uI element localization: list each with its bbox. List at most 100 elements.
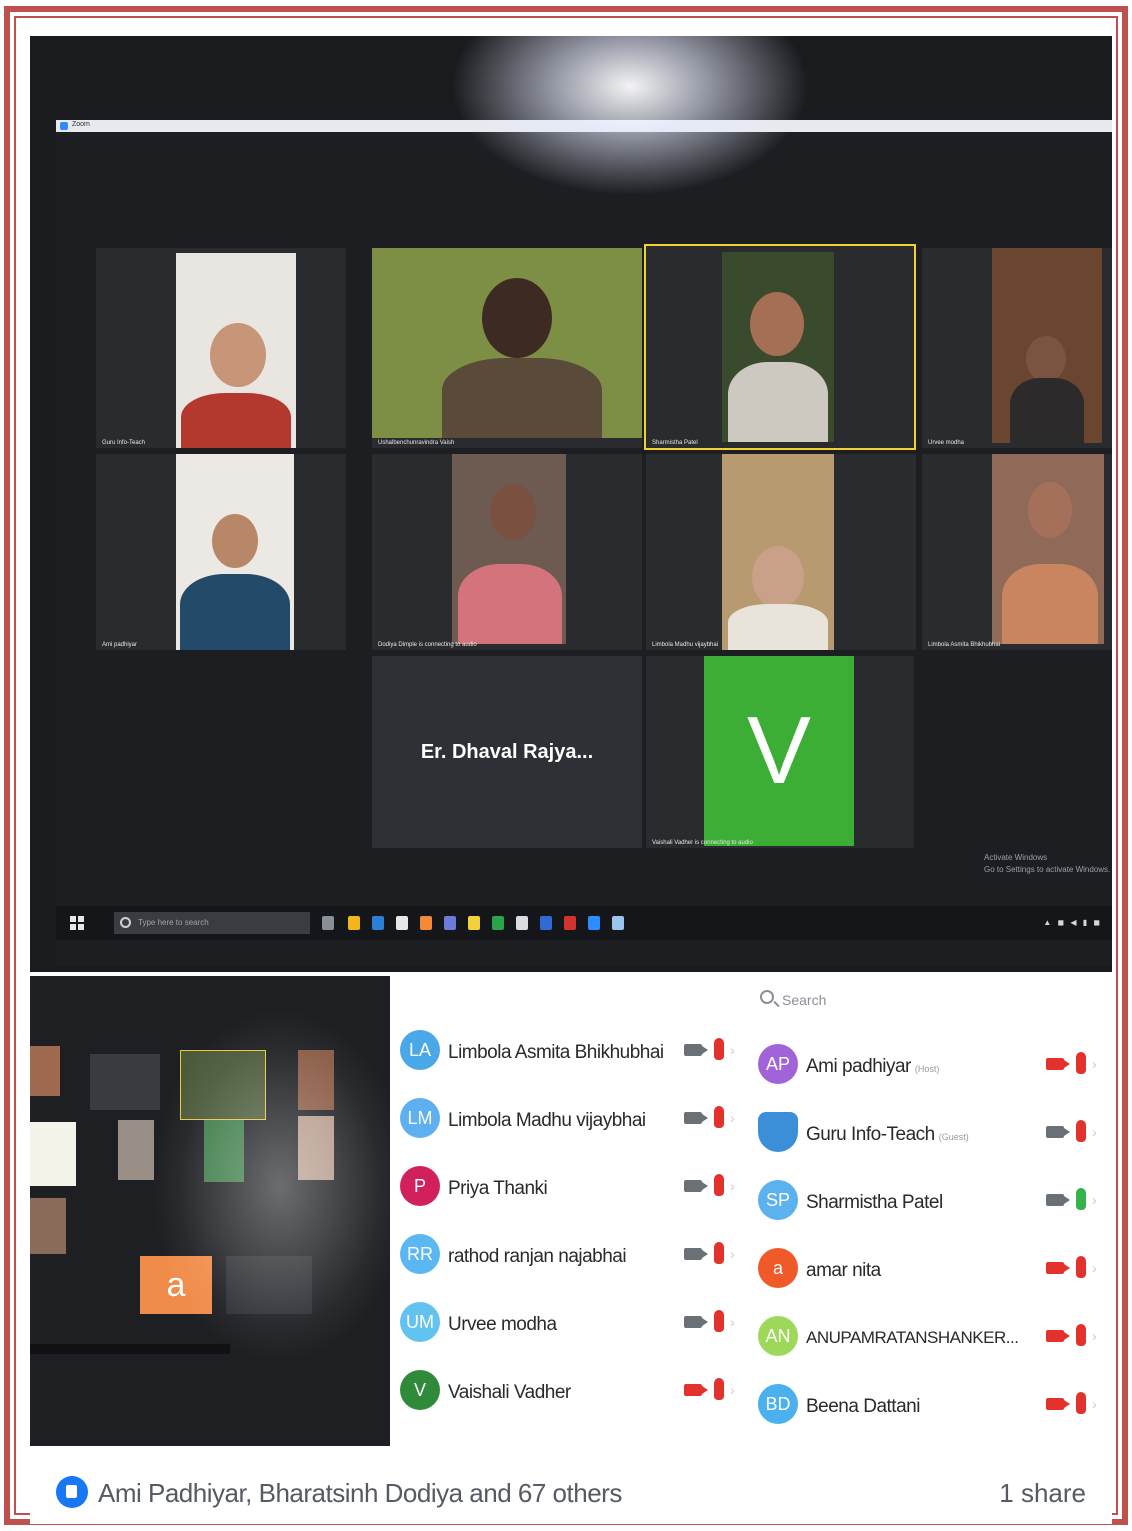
participant-name: Guru Info-Teach (Guest): [806, 1124, 969, 1146]
participant-row[interactable]: SP Sharmistha Patel ›: [750, 1170, 1112, 1230]
participant-name-text: Ami padhiyar: [806, 1056, 911, 1077]
participant-name: Urvee modha: [448, 1314, 557, 1335]
zoom-icon[interactable]: [588, 916, 600, 930]
participant-row[interactable]: AP Ami padhiyar (Host) ›: [750, 1034, 1112, 1094]
participant-row[interactable]: LA Limbola Asmita Bhikhubhai ›: [392, 1020, 744, 1080]
chevron-right-icon: ›: [1092, 1396, 1097, 1412]
chevron-right-icon: ›: [730, 1110, 735, 1126]
store-icon[interactable]: [396, 916, 408, 930]
mic-muted-icon[interactable]: [1076, 1256, 1086, 1278]
mic-on-icon[interactable]: [1076, 1188, 1086, 1210]
video-tile[interactable]: Limbola Asmita Bhikhubhai: [922, 454, 1112, 650]
participant-row[interactable]: V Vaishali Vadher ›: [392, 1360, 744, 1420]
tile-caption: Vaishali Vadher is connecting to audio: [652, 840, 753, 846]
video-off-icon[interactable]: [684, 1044, 708, 1056]
edge-icon[interactable]: [372, 916, 384, 930]
participant-row[interactable]: Guru Info-Teach (Guest) ›: [750, 1102, 1112, 1162]
participant-row[interactable]: RR rathod ranjan najabhai ›: [392, 1224, 744, 1284]
video-tile[interactable]: Ushalbenchunravindra Vaish: [372, 248, 642, 448]
mic-muted-icon[interactable]: [714, 1310, 724, 1332]
small-meeting-photo: a: [30, 976, 390, 1446]
tile-caption: Sharmistha Patel: [652, 440, 698, 446]
participants-search-input[interactable]: Search: [750, 982, 1110, 1018]
pdf-icon[interactable]: [564, 916, 576, 930]
mic-muted-icon[interactable]: [714, 1106, 724, 1128]
start-button-icon[interactable]: [70, 916, 84, 930]
avatar-placeholder: V: [704, 656, 854, 846]
participant-name-text: Guru Info-Teach: [806, 1124, 935, 1145]
likes-summary-link[interactable]: Ami Padhiyar, Bharatsinh Dodiya and 67 o…: [98, 1478, 622, 1509]
app-icon[interactable]: [444, 916, 456, 930]
video-tile[interactable]: Urvee modha: [922, 248, 1112, 448]
participant-role-tag: (Host): [914, 1064, 940, 1074]
tile-caption: Dodiya Dimple is connecting to audio: [378, 642, 477, 648]
mic-muted-icon[interactable]: [714, 1242, 724, 1264]
bottom-composite: a LA Limbola Asmita Bhikhubhai › LM Limb…: [30, 976, 1112, 1446]
video-tile[interactable]: Dodiya Dimple is connecting to audio: [372, 454, 642, 650]
video-stopped-icon[interactable]: [1046, 1398, 1070, 1410]
tile-caption: Guru Info-Teach: [102, 440, 146, 446]
mini-tile: [90, 1054, 160, 1110]
video-stopped-icon[interactable]: [1046, 1330, 1070, 1342]
app-icon[interactable]: [540, 916, 552, 930]
app-icon[interactable]: [612, 916, 624, 930]
system-tray-icons[interactable]: ▲ ◼ ◀ ▮ ◼: [1043, 918, 1102, 927]
app-icon[interactable]: [492, 916, 504, 930]
chevron-right-icon: ›: [730, 1246, 735, 1262]
mic-muted-icon[interactable]: [1076, 1052, 1086, 1074]
firefox-icon[interactable]: [420, 916, 432, 930]
participant-avatar: RR: [400, 1234, 440, 1274]
mic-muted-icon[interactable]: [714, 1378, 724, 1400]
participant-avatar: AN: [758, 1316, 798, 1356]
chevron-right-icon: ›: [730, 1314, 735, 1330]
participant-row[interactable]: LM Limbola Madhu vijaybhai ›: [392, 1088, 744, 1148]
mic-muted-icon[interactable]: [714, 1038, 724, 1060]
video-off-icon[interactable]: [1046, 1194, 1070, 1206]
video-tile[interactable]: Limbola Madhu vijaybhai: [646, 454, 916, 650]
participant-name: Priya Thanki: [448, 1178, 548, 1199]
video-stopped-icon[interactable]: [1046, 1262, 1070, 1274]
participant-avatar: a: [758, 1248, 798, 1288]
participant-row[interactable]: a amar nita ›: [750, 1238, 1112, 1298]
taskbar-search-placeholder: Type here to search: [138, 918, 209, 927]
task-view-icon[interactable]: [322, 916, 334, 930]
mic-muted-icon[interactable]: [1076, 1324, 1086, 1346]
video-off-icon[interactable]: [684, 1316, 708, 1328]
participant-avatar: V: [400, 1370, 440, 1410]
participant-name: amar nita: [806, 1260, 881, 1281]
participant-row[interactable]: BD Beena Dattani ›: [750, 1374, 1112, 1434]
participant-avatar: SP: [758, 1180, 798, 1220]
video-tile-active-speaker[interactable]: Sharmistha Patel: [644, 244, 916, 450]
activate-line-1: Activate Windows: [984, 853, 1048, 862]
video-stopped-icon[interactable]: [684, 1384, 708, 1396]
video-tile[interactable]: Guru Info-Teach: [96, 248, 346, 448]
app-icon[interactable]: [516, 916, 528, 930]
avatar-tile[interactable]: V Vaishali Vadher is connecting to audio: [646, 656, 914, 848]
video-tile[interactable]: Ami padhiyar: [96, 454, 346, 650]
participant-avatar: BD: [758, 1384, 798, 1424]
like-icon[interactable]: [56, 1476, 88, 1508]
participant-row[interactable]: UM Urvee modha ›: [392, 1292, 744, 1352]
mic-muted-icon[interactable]: [714, 1174, 724, 1196]
video-stopped-icon[interactable]: [1046, 1058, 1070, 1070]
participant-name: Sharmistha Patel: [806, 1192, 943, 1213]
chrome-icon[interactable]: [348, 916, 360, 930]
participant-row[interactable]: P Priya Thanki ›: [392, 1156, 744, 1216]
mic-muted-icon[interactable]: [1076, 1120, 1086, 1142]
taskbar-search-input[interactable]: Type here to search: [114, 912, 310, 934]
shares-count-link[interactable]: 1 share: [999, 1478, 1086, 1509]
video-off-icon[interactable]: [684, 1180, 708, 1192]
mini-tile: [30, 1122, 76, 1186]
video-off-icon[interactable]: [1046, 1126, 1070, 1138]
explorer-icon[interactable]: [468, 916, 480, 930]
video-off-icon[interactable]: [684, 1248, 708, 1260]
participant-name: ANUPAMRATANSHANKER...: [806, 1328, 1019, 1347]
video-off-icon[interactable]: [684, 1112, 708, 1124]
mic-muted-icon[interactable]: [1076, 1392, 1086, 1414]
chevron-right-icon: ›: [1092, 1124, 1097, 1140]
participant-avatar: P: [400, 1166, 440, 1206]
participant-name-tile[interactable]: Er. Dhaval Rajya...: [372, 656, 642, 848]
participant-row[interactable]: AN ANUPAMRATANSHANKER... ›: [750, 1306, 1112, 1366]
mini-tile: [30, 1046, 60, 1096]
participants-list-left: LA Limbola Asmita Bhikhubhai › LM Limbol…: [392, 976, 744, 1446]
